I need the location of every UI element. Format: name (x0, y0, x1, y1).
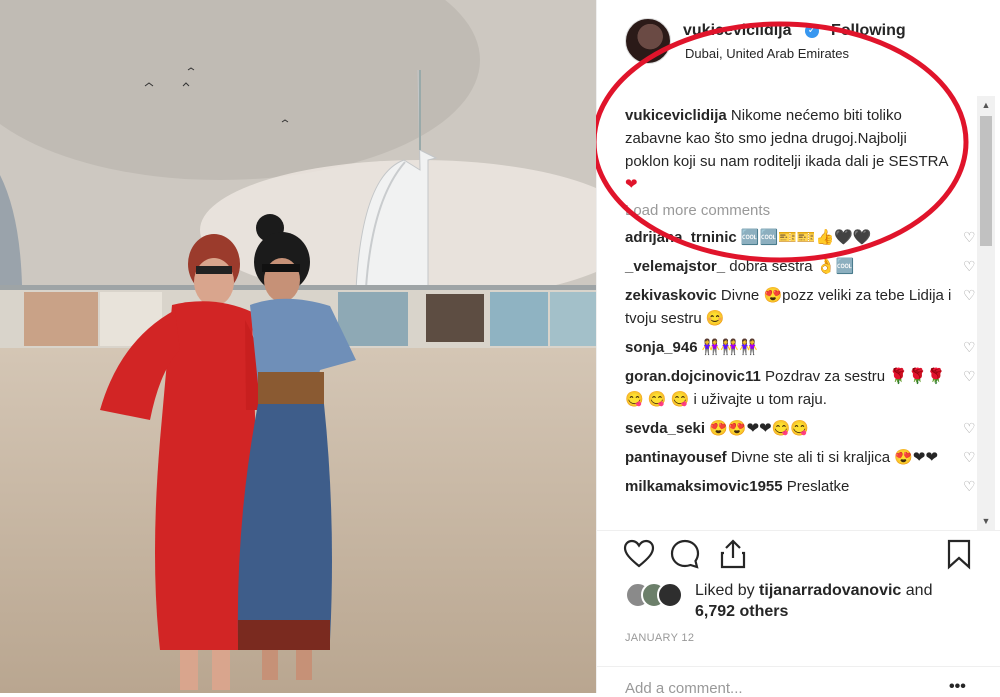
comment-item: zekivaskovic Divne 😍pozz veliki za tebe … (625, 284, 976, 330)
action-bar (623, 538, 983, 570)
comments-scrollbar[interactable]: ▲ ▼ (977, 96, 995, 530)
comment-username[interactable]: goran.dojcinovic11 (625, 368, 761, 385)
likes-summary: Liked by tijanarradovanovic and 6,792 ot… (625, 578, 985, 628)
scroll-up-arrow-icon[interactable]: ▲ (977, 96, 995, 114)
divider (597, 666, 1000, 667)
heart-outline-icon[interactable] (623, 538, 655, 570)
post-header: vukiceviclidija ✓ Following Dubai, Unite… (597, 0, 1000, 80)
comment-text: Divne ste ali ti si kraljica 😍❤❤ (730, 449, 939, 466)
comment-username[interactable]: zekivaskovic (625, 287, 717, 304)
post-photo[interactable] (0, 0, 596, 693)
comment-like-heart-icon[interactable]: ♡ (963, 479, 977, 493)
verified-badge-icon: ✓ (805, 24, 819, 38)
comment-username[interactable]: _velemajstor_ (625, 258, 725, 275)
likes-user-link[interactable]: tijanarradovanovic (759, 582, 901, 599)
comment-item: sevda_seki 😍😍❤❤😋😋 ♡ (625, 417, 976, 440)
comment-like-heart-icon[interactable]: ♡ (963, 230, 977, 244)
comment-username[interactable]: pantinayousef (625, 449, 727, 466)
comment-like-heart-icon[interactable]: ♡ (963, 421, 977, 435)
comment-like-heart-icon[interactable]: ♡ (963, 450, 977, 464)
post-detail-panel: vukiceviclidija ✓ Following Dubai, Unite… (596, 0, 1000, 697)
likes-others-link[interactable]: 6,792 others (695, 603, 788, 620)
comment-item: _velemajstor_ dobra sestra 👌🆒 ♡ (625, 255, 976, 278)
following-button[interactable]: Following (831, 22, 906, 40)
caption-heart-emoji: ❤ (625, 176, 638, 193)
comment-like-heart-icon[interactable]: ♡ (963, 288, 977, 302)
share-icon[interactable] (717, 538, 749, 570)
comment-item: pantinayousef Divne ste ali ti si kralji… (625, 446, 976, 469)
comment-item: milkamaksimovic1955 Preslatke ♡ (625, 475, 976, 498)
scroll-thumb[interactable] (980, 116, 992, 246)
comment-username[interactable]: milkamaksimovic1955 (625, 478, 783, 495)
add-comment-input[interactable]: Add a comment... (625, 680, 743, 697)
comment-text: 😍😍❤❤😋😋 (709, 420, 810, 437)
comment-username[interactable]: sevda_seki (625, 420, 705, 437)
load-more-comments[interactable]: Load more comments (625, 202, 770, 219)
comment-username[interactable]: sonja_946 (625, 339, 698, 356)
comment-item: goran.dojcinovic11 Pozdrav za sestru 🌹🌹🌹… (625, 365, 976, 411)
bookmark-icon[interactable] (943, 538, 975, 570)
likes-suffix: and (901, 582, 933, 599)
likes-text: Liked by tijanarradovanovic and 6,792 ot… (695, 580, 932, 622)
comment-text: dobra sestra 👌🆒 (729, 258, 855, 275)
divider (597, 530, 1000, 531)
scroll-down-arrow-icon[interactable]: ▼ (977, 512, 995, 530)
likes-prefix: Liked by (695, 582, 760, 599)
comment-list: adrijana_trninic 🆒🆒🎫🎫👍🖤🖤 ♡ _velemajstor_… (625, 226, 976, 504)
comment-item: adrijana_trninic 🆒🆒🎫🎫👍🖤🖤 ♡ (625, 226, 976, 249)
comment-username[interactable]: adrijana_trninic (625, 229, 737, 246)
post-caption: vukiceviclidija Nikome nećemo biti tolik… (625, 104, 955, 196)
comment-like-heart-icon[interactable]: ♡ (963, 340, 977, 354)
more-options-icon[interactable]: ••• (949, 678, 966, 696)
comment-text: 🆒🆒🎫🎫👍🖤🖤 (740, 229, 872, 246)
comment-like-heart-icon[interactable]: ♡ (963, 369, 977, 383)
post-date[interactable]: JANUARY 12 (625, 632, 694, 644)
comment-like-heart-icon[interactable]: ♡ (963, 259, 977, 273)
caption-username[interactable]: vukiceviclidija (625, 107, 727, 124)
liker-avatar[interactable] (657, 582, 683, 608)
comment-item: sonja_946 👭👭👭 ♡ (625, 336, 976, 359)
location-link[interactable]: Dubai, United Arab Emirates (685, 46, 849, 61)
comment-text: Preslatke (786, 478, 850, 495)
avatar[interactable] (625, 18, 671, 64)
photo-scene (0, 0, 596, 693)
speech-bubble-icon[interactable] (669, 538, 701, 570)
username-link[interactable]: vukiceviclidija (683, 22, 792, 40)
comment-text: 👭👭👭 (701, 339, 758, 356)
